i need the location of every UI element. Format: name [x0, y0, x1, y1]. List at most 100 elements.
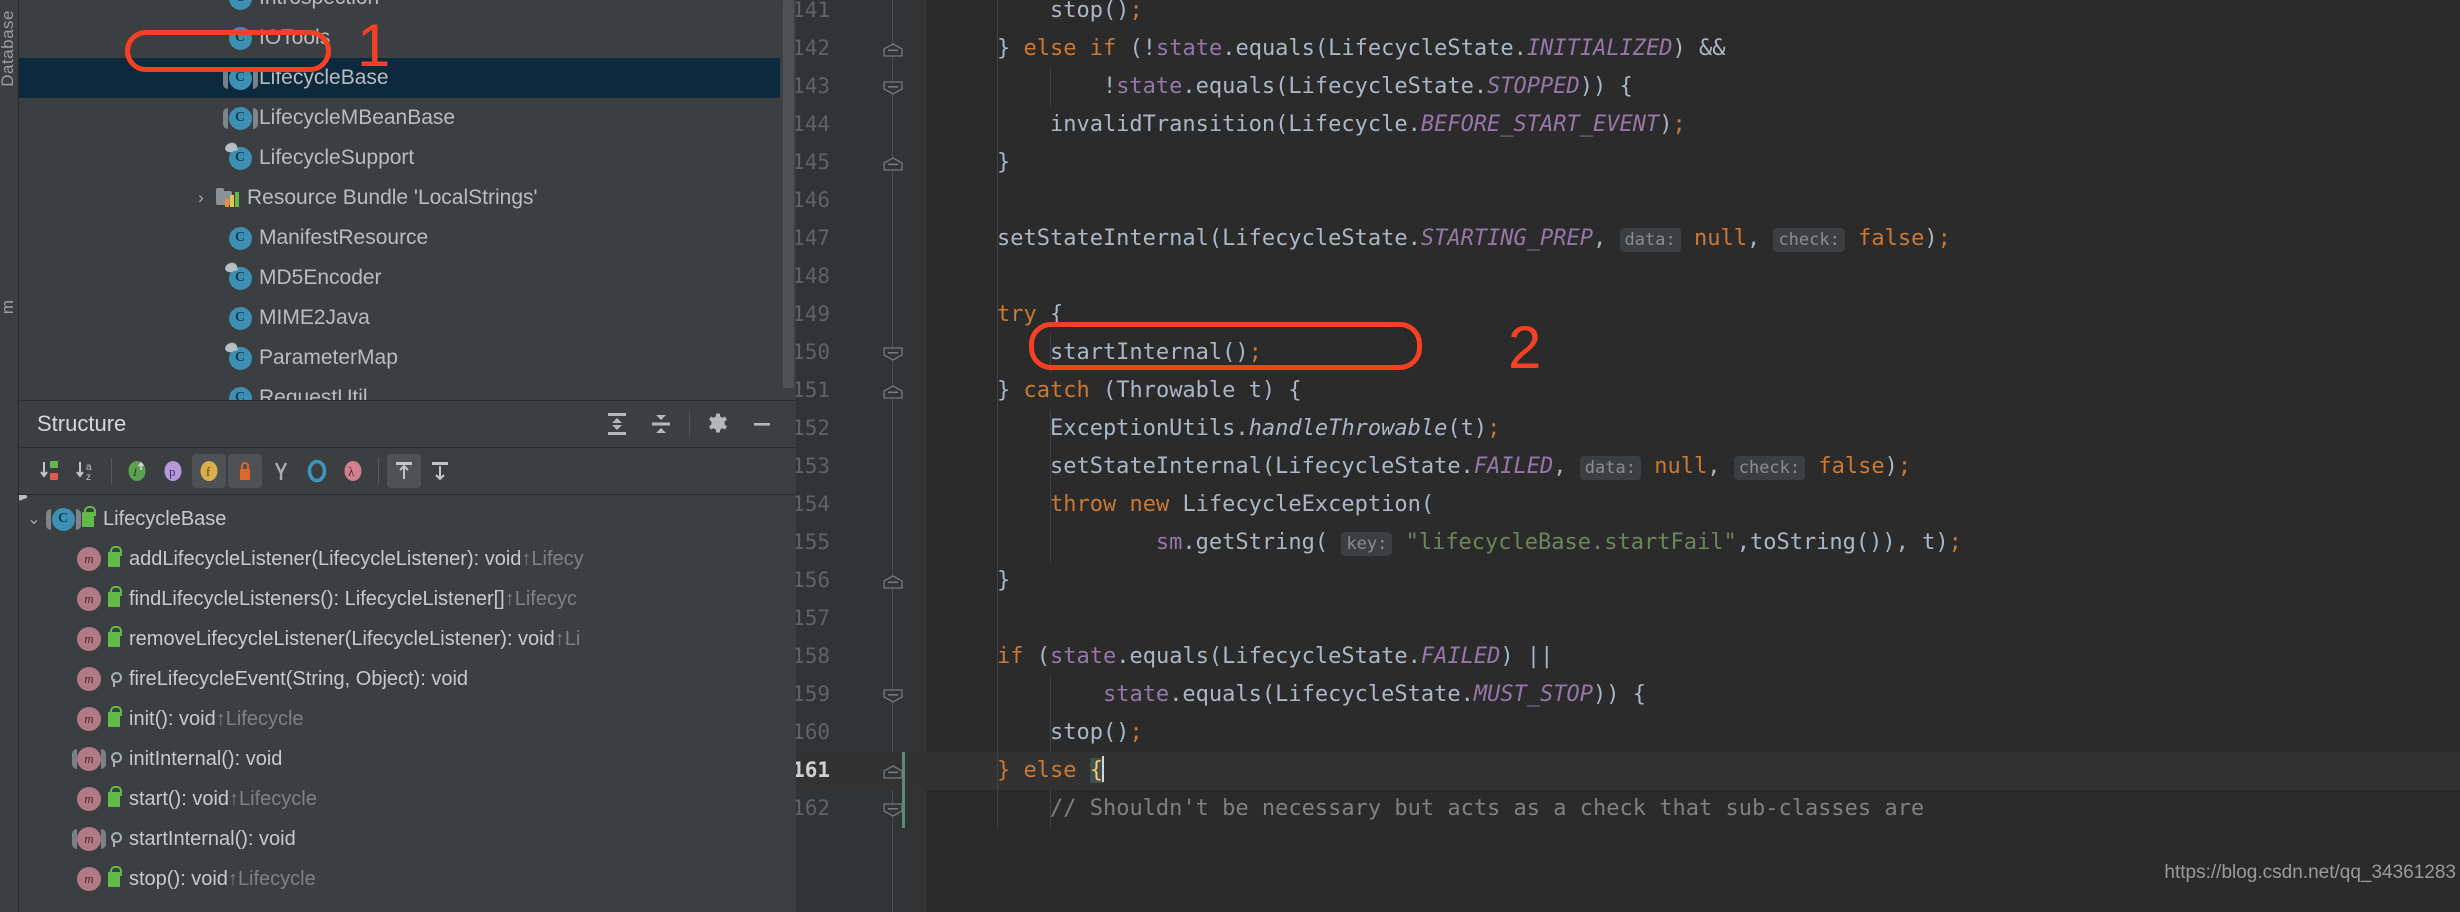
- line-number: 146: [796, 188, 830, 212]
- code-line[interactable]: state.equals(LifecycleState.MUST_STOP)) …: [944, 676, 1646, 714]
- code-line[interactable]: if (state.equals(LifecycleState.FAILED) …: [944, 638, 1553, 676]
- structure-tree[interactable]: ⌄ C LifecycleBase m addLifecycleListener(Lif…: [19, 495, 796, 912]
- editor-code-area[interactable]: stop(); } else if (!state.equals(Lifecyc…: [926, 0, 2460, 912]
- project-scrollbar-thumb[interactable]: [783, 0, 794, 388]
- project-tree-panel[interactable]: CIntrospectionCIOToolsCLifecycleBaseCLif…: [19, 0, 796, 400]
- project-tree-item-manifestresource[interactable]: C ManifestResource: [19, 218, 796, 258]
- structure-item-label: stop(): void: [129, 867, 228, 890]
- project-tree-item-mime2java[interactable]: C MIME2Java: [19, 298, 796, 338]
- show-non-public-icon[interactable]: [228, 454, 262, 488]
- sort-alphabetically-icon[interactable]: a z: [69, 454, 103, 488]
- show-lambdas-icon[interactable]: λ: [336, 454, 370, 488]
- code-line[interactable]: invalidTransition(Lifecycle.BEFORE_START…: [944, 106, 1686, 144]
- structure-title: Structure: [37, 411, 127, 436]
- structure-item[interactable]: m fireLifecycleEvent(String, Object): voi…: [19, 659, 796, 699]
- fold-region-end-icon[interactable]: [882, 347, 904, 361]
- class-icon: C: [228, 226, 252, 250]
- fold-region-start-icon[interactable]: [882, 157, 904, 171]
- stripe-label-secondary[interactable]: m: [0, 300, 18, 314]
- code-line[interactable]: } else if (!state.equals(LifecycleState.…: [944, 30, 1726, 68]
- code-line[interactable]: sm.getString( key: "lifecycleBase.startF…: [944, 524, 1962, 562]
- sort-by-visibility-icon[interactable]: [33, 454, 67, 488]
- line-number: 159: [796, 682, 830, 706]
- show-inherited-icon[interactable]: I: [120, 454, 154, 488]
- structure-item[interactable]: m removeLifecycleListener(LifecycleListen…: [19, 619, 796, 659]
- structure-item-icon: m: [75, 787, 103, 811]
- show-anonymous-classes-icon[interactable]: [264, 454, 298, 488]
- show-fields-icon[interactable]: f: [192, 454, 226, 488]
- tree-item-icon: C: [225, 386, 255, 400]
- structure-item[interactable]: ⌄ C LifecycleBase: [19, 499, 796, 539]
- code-line[interactable]: } else {: [944, 752, 1104, 790]
- code-line[interactable]: try {: [944, 296, 1063, 334]
- project-tree-item-md5encoder[interactable]: C MD5Encoder: [19, 258, 796, 298]
- class-override-icon: C: [228, 146, 252, 170]
- structure-item-label: addLifecycleListener(LifecycleListener):…: [129, 547, 522, 570]
- code-line[interactable]: stop();: [944, 714, 1143, 752]
- project-tree-item-lifecyclesupport[interactable]: C LifecycleSupport: [19, 138, 796, 178]
- code-line[interactable]: // Shouldn't be necessary but acts as a …: [944, 790, 1924, 828]
- code-editor[interactable]: 141 142 143 144 145 146 147 148 149 150 151 152 153 1…: [796, 0, 2460, 912]
- show-properties-icon[interactable]: p: [156, 454, 190, 488]
- collapse-all-icon[interactable]: [639, 407, 683, 441]
- project-tree-item-label: LifecycleMBeanBase: [259, 106, 456, 129]
- protected-key-icon: [103, 751, 125, 767]
- class-icon: C: [228, 386, 252, 400]
- fold-region-start-icon[interactable]: [882, 575, 904, 589]
- chevron-right-icon[interactable]: ›: [189, 188, 213, 208]
- structure-item-icon: m: [75, 547, 103, 571]
- minimize-icon[interactable]: [740, 407, 784, 441]
- stripe-label-database[interactable]: Database: [0, 10, 18, 87]
- structure-item-icon: m: [75, 867, 103, 891]
- code-line[interactable]: setStateInternal(LifecycleState.FAILED, …: [944, 448, 1911, 486]
- project-tree-item-iotools[interactable]: C IOTools: [19, 18, 796, 58]
- line-number: 142: [796, 36, 830, 60]
- show-interfaces-icon[interactable]: [300, 454, 334, 488]
- structure-item[interactable]: m init(): void ↑Lifecycle: [19, 699, 796, 739]
- structure-item[interactable]: m initInternal(): void: [19, 739, 796, 779]
- code-line[interactable]: }: [944, 144, 1010, 182]
- code-line[interactable]: setStateInternal(LifecycleState.STARTING…: [944, 220, 1951, 258]
- fold-region-start-icon[interactable]: [882, 43, 904, 57]
- project-scrollbar[interactable]: [780, 0, 796, 400]
- gear-icon[interactable]: [696, 407, 740, 441]
- code-line[interactable]: ExceptionUtils.handleThrowable(t);: [944, 410, 1500, 448]
- project-tree-item-introspection[interactable]: CIntrospection: [19, 0, 796, 18]
- code-line[interactable]: startInternal();: [944, 334, 1262, 372]
- structure-item[interactable]: m start(): void ↑Lifecycle: [19, 779, 796, 819]
- structure-item-inherited-from: ↑Lifecy: [521, 547, 584, 570]
- tree-item-icon: C: [222, 106, 258, 130]
- chevron-down-icon[interactable]: ⌄: [19, 509, 49, 529]
- autoscroll-from-source-icon[interactable]: [423, 454, 457, 488]
- fold-region-end-icon[interactable]: [882, 803, 904, 817]
- tool-window-stripe-left[interactable]: Database m: [0, 0, 19, 912]
- fold-region-start-icon[interactable]: [882, 385, 904, 399]
- svg-text:λ: λ: [348, 464, 355, 479]
- structure-item-label: initInternal(): void: [129, 747, 283, 770]
- structure-item[interactable]: m findLifecycleListeners(): LifecycleList…: [19, 579, 796, 619]
- structure-item[interactable]: m stop(): void ↑Lifecycle: [19, 859, 796, 899]
- watermark: https://blog.csdn.net/qq_34361283: [2164, 862, 2456, 883]
- class-icon: C: [228, 0, 252, 10]
- parameter-hint: check:: [1733, 456, 1806, 480]
- code-line[interactable]: !state.equals(LifecycleState.STOPPED)) {: [944, 68, 1633, 106]
- editor-gutter[interactable]: 141 142 143 144 145 146 147 148 149 150 151 152 153 1…: [796, 0, 926, 912]
- structure-item[interactable]: m addLifecycleListener(LifecycleListener)…: [19, 539, 796, 579]
- line-number: 152: [796, 416, 830, 440]
- code-line[interactable]: }: [944, 562, 1010, 600]
- code-line[interactable]: throw new LifecycleException(: [944, 486, 1434, 524]
- fold-region-end-icon[interactable]: [882, 81, 904, 95]
- class-icon: C: [228, 26, 252, 50]
- autoscroll-to-source-icon[interactable]: [387, 454, 421, 488]
- project-tree-item-lifecyclembeanbase[interactable]: C LifecycleMBeanBase: [19, 98, 796, 138]
- fold-region-start-icon[interactable]: [882, 765, 904, 779]
- structure-item[interactable]: m startInternal(): void: [19, 819, 796, 859]
- fold-region-end-icon[interactable]: [882, 689, 904, 703]
- project-tree-item-resource-bundle-localstrings[interactable]: › Resource Bundle 'LocalStrings': [19, 178, 796, 218]
- project-tree-item-parametermap[interactable]: C ParameterMap: [19, 338, 796, 378]
- project-tree-item-lifecyclebase[interactable]: C LifecycleBase: [19, 58, 796, 98]
- expand-all-icon[interactable]: [595, 407, 639, 441]
- code-line[interactable]: } catch (Throwable t) {: [944, 372, 1302, 410]
- code-line[interactable]: stop();: [944, 0, 1143, 30]
- project-tree-item-requestutil[interactable]: C RequestUtil: [19, 378, 796, 400]
